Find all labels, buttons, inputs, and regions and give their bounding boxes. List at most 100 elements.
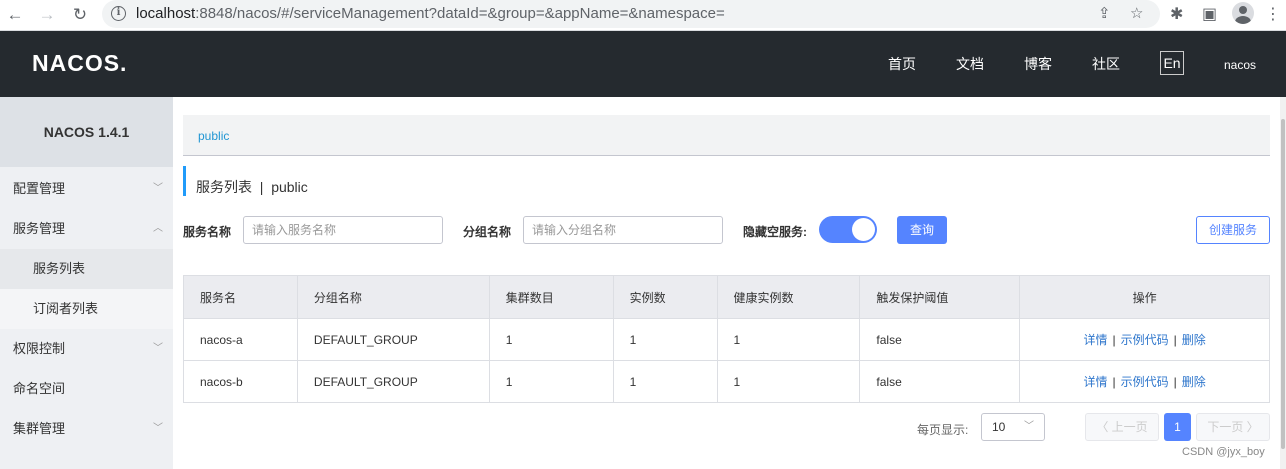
address-bar[interactable]: i localhost:8848/nacos/#/serviceManageme… xyxy=(102,0,1160,28)
extensions-icon[interactable]: ✱ xyxy=(1170,4,1183,24)
chevron-down-icon: ﹀ xyxy=(153,183,163,194)
cell-operations: 详情 | 示例代码 | 删除 xyxy=(1019,318,1270,361)
page-scrollbar[interactable] xyxy=(1280,97,1286,469)
bookmark-star-icon[interactable]: ☆ xyxy=(1130,4,1143,22)
namespace-public-link[interactable]: public xyxy=(198,129,229,143)
sidebar-item-label: 集群管理 xyxy=(13,421,66,436)
nacos-logo[interactable]: NACOS. xyxy=(32,50,127,77)
cell-healthy-count: 1 xyxy=(716,360,861,403)
sidebar-item-namespace[interactable]: 命名空间 xyxy=(0,369,173,409)
cell-healthy-count: 1 xyxy=(716,318,861,361)
per-page-value: 10 xyxy=(992,420,1006,434)
table-row: nacos-b DEFAULT_GROUP 1 1 1 false 详情 | 示例代… xyxy=(183,360,1270,403)
toggle-knob xyxy=(852,218,875,241)
details-link[interactable]: 详情 xyxy=(1083,375,1107,389)
nav-docs[interactable]: 文档 xyxy=(956,54,984,74)
cell-group-name: DEFAULT_GROUP xyxy=(296,360,490,403)
separator: | xyxy=(1112,375,1116,389)
col-group-name[interactable]: 分组名称 xyxy=(296,275,490,319)
nav-community[interactable]: 社区 xyxy=(1092,54,1120,74)
sidebar-item-label: 订阅者列表 xyxy=(33,301,99,316)
separator: | xyxy=(1173,375,1177,389)
sidebar-item-cluster[interactable]: 集群管理 ﹀ xyxy=(0,409,173,449)
cell-instance-count: 1 xyxy=(612,318,718,361)
details-link[interactable]: 详情 xyxy=(1083,333,1107,347)
top-header: NACOS. 首页 文档 博客 社区 En nacos xyxy=(0,31,1286,97)
col-instance-count[interactable]: 实例数 xyxy=(612,275,718,319)
separator: | xyxy=(1112,333,1116,347)
prev-page-button[interactable]: 〈 上一页 xyxy=(1085,413,1159,441)
language-switch[interactable]: En xyxy=(1160,51,1184,75)
chevron-up-icon: ︿ xyxy=(153,223,163,234)
cell-group-name: DEFAULT_GROUP xyxy=(296,318,490,361)
forward-icon[interactable]: → xyxy=(34,2,60,28)
user-name[interactable]: nacos xyxy=(1224,58,1256,72)
col-service-name[interactable]: 服务名 xyxy=(183,275,298,319)
delete-link[interactable]: 删除 xyxy=(1182,333,1206,347)
share-icon[interactable]: ⇪ xyxy=(1098,4,1111,22)
url-host: localhost xyxy=(136,5,196,22)
table-header-row: 服务名 分组名称 集群数目 实例数 健康实例数 触发保护阈值 操作 xyxy=(183,275,1270,319)
next-page-label: 下一页 xyxy=(1207,420,1244,434)
create-service-button[interactable]: 创建服务 xyxy=(1196,216,1270,244)
side-panel-icon[interactable]: ▣ xyxy=(1202,4,1217,24)
sidebar-item-label: 配置管理 xyxy=(13,181,66,196)
hide-empty-label: 隐藏空服务: xyxy=(743,225,807,239)
cell-threshold: false xyxy=(859,318,1021,361)
sidebar-item-permissions[interactable]: 权限控制 ﹀ xyxy=(0,329,173,369)
reload-icon[interactable]: ↻ xyxy=(67,2,93,28)
watermark: CSDN @jyx_boy xyxy=(1182,446,1265,458)
nav-home[interactable]: 首页 xyxy=(888,54,916,74)
hide-empty-toggle[interactable] xyxy=(819,216,877,243)
col-threshold[interactable]: 触发保护阈值 xyxy=(859,275,1021,319)
cell-service-name: nacos-a xyxy=(183,318,298,361)
cell-cluster-count: 1 xyxy=(488,360,614,403)
title-accent xyxy=(183,166,186,196)
chevron-down-icon: ﹀ xyxy=(153,343,163,354)
sidebar-item-label: 命名空间 xyxy=(13,381,66,396)
sidebar-item-service-list[interactable]: 服务列表 xyxy=(0,249,173,289)
group-name-input[interactable] xyxy=(523,216,723,244)
sidebar-item-subscribers[interactable]: 订阅者列表 xyxy=(0,289,173,329)
sidebar-item-label: 权限控制 xyxy=(13,341,66,356)
namespace-bar: public xyxy=(183,115,1270,156)
per-page-label: 每页显示: xyxy=(917,423,969,437)
next-page-button[interactable]: 下一页 〉 xyxy=(1196,413,1270,441)
current-page-button[interactable]: 1 xyxy=(1164,413,1191,441)
cell-service-name: nacos-b xyxy=(183,360,298,403)
sidebar: NACOS 1.4.1 配置管理 ﹀ 服务管理 ︿ 服务列表 订阅者列表 权限控… xyxy=(0,97,173,469)
chevron-left-icon: 〈 xyxy=(1096,420,1112,434)
back-icon[interactable]: ← xyxy=(2,2,28,28)
cell-instance-count: 1 xyxy=(612,360,718,403)
col-cluster-count[interactable]: 集群数目 xyxy=(488,275,614,319)
version-label: NACOS 1.4.1 xyxy=(0,97,173,167)
sidebar-item-config[interactable]: 配置管理 ﹀ xyxy=(0,169,173,209)
site-info-icon[interactable]: i xyxy=(111,6,126,21)
service-name-label: 服务名称 xyxy=(183,225,232,239)
query-button[interactable]: 查询 xyxy=(897,216,947,244)
sample-code-link[interactable]: 示例代码 xyxy=(1121,375,1169,389)
sidebar-item-label: 服务列表 xyxy=(33,261,86,276)
browser-menu-icon[interactable]: ⋮ xyxy=(1265,4,1281,24)
sidebar-item-label: 服务管理 xyxy=(13,221,66,236)
cell-threshold: false xyxy=(859,360,1021,403)
col-healthy-count[interactable]: 健康实例数 xyxy=(716,275,861,319)
table-row: nacos-a DEFAULT_GROUP 1 1 1 false 详情 | 示例代… xyxy=(183,318,1270,361)
page-title: 服务列表 | public xyxy=(196,179,308,195)
profile-avatar-icon[interactable] xyxy=(1232,2,1254,24)
separator: | xyxy=(1173,333,1177,347)
per-page-select[interactable]: 10 ﹀ xyxy=(981,413,1045,441)
chevron-down-icon: ﹀ xyxy=(1024,421,1034,432)
cell-cluster-count: 1 xyxy=(488,318,614,361)
scrollbar-thumb[interactable] xyxy=(1281,119,1285,449)
chevron-right-icon: 〉 xyxy=(1243,420,1259,434)
browser-toolbar: ← → ↻ i localhost:8848/nacos/#/serviceMa… xyxy=(0,0,1286,31)
chevron-down-icon: ﹀ xyxy=(153,423,163,434)
service-name-input[interactable] xyxy=(243,216,443,244)
sidebar-item-service[interactable]: 服务管理 ︿ xyxy=(0,209,173,249)
prev-page-label: 上一页 xyxy=(1111,420,1148,434)
col-operations: 操作 xyxy=(1019,275,1270,319)
delete-link[interactable]: 删除 xyxy=(1182,375,1206,389)
sample-code-link[interactable]: 示例代码 xyxy=(1121,333,1169,347)
nav-blog[interactable]: 博客 xyxy=(1024,54,1052,74)
